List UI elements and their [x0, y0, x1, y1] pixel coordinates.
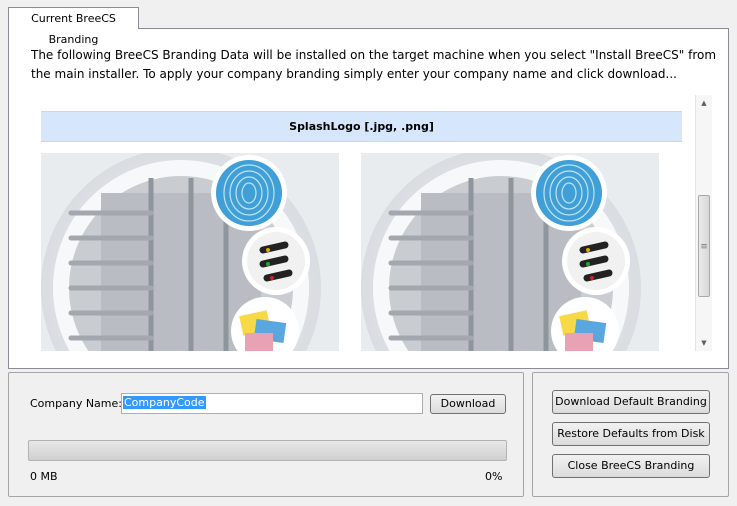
description-text: The following BreeCS Branding Data will … — [31, 48, 717, 81]
restore-defaults-button[interactable]: Restore Defaults from Disk — [552, 422, 710, 446]
company-name-value: CompanyCode — [123, 396, 206, 409]
company-groupbox — [8, 372, 524, 497]
vertical-scrollbar[interactable]: ▲ ≡ ▼ — [695, 95, 712, 351]
scroll-up-arrow-icon[interactable]: ▲ — [696, 95, 712, 111]
progress-percent-label: 0% — [485, 470, 503, 483]
tab-panel: The following BreeCS Branding Data will … — [8, 28, 729, 369]
grip-icon: ≡ — [700, 242, 708, 252]
download-progress-bar — [28, 440, 507, 461]
close-branding-button[interactable]: Close BreeCS Branding — [552, 454, 710, 478]
company-name-label: Company Name: — [30, 397, 122, 410]
download-default-branding-button[interactable]: Download Default Branding — [552, 390, 710, 414]
tab-current-branding[interactable]: Current BreeCS Branding — [8, 7, 139, 46]
progress-size-label: 0 MB — [30, 470, 58, 483]
scroll-thumb[interactable]: ≡ — [698, 195, 710, 297]
splash-logo-image — [41, 153, 339, 351]
download-button[interactable]: Download — [430, 394, 506, 414]
branding-preview-viewer: SplashLogo [.jpg, .png] ▲ ≡ ▼ — [41, 95, 712, 351]
scroll-down-arrow-icon[interactable]: ▼ — [696, 335, 712, 351]
splash-logo-header: SplashLogo [.jpg, .png] — [41, 111, 682, 142]
splash-logo-image — [361, 153, 659, 351]
company-name-input[interactable]: CompanyCode — [121, 393, 423, 414]
